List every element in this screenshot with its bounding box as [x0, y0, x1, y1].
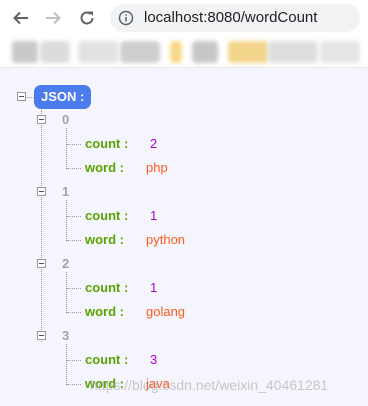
item-0-count-key: count :	[85, 136, 129, 151]
bookmark-item[interactable]	[78, 41, 118, 63]
json-root-badge[interactable]: JSON :	[34, 85, 92, 109]
item-3-word-value: java	[146, 376, 170, 391]
address-bar[interactable]: localhost:8080/wordCount	[110, 4, 360, 32]
bookmark-item[interactable]	[120, 41, 160, 63]
arrow-left-icon	[13, 11, 28, 25]
tree-connector	[27, 97, 34, 98]
tree-connector	[67, 312, 81, 313]
bookmark-item[interactable]	[170, 41, 182, 63]
item-3-index: 3	[62, 328, 70, 343]
item-2-word-key: word :	[85, 304, 124, 319]
item-1-collapse-toggle[interactable]	[37, 187, 46, 196]
item-1-word-value: python	[146, 232, 186, 247]
item-0-collapse-toggle[interactable]	[37, 115, 46, 124]
info-circle-icon[interactable]	[118, 10, 134, 26]
bookmark-item[interactable]	[192, 41, 218, 63]
tree-line-item-1	[66, 200, 67, 241]
item-1-count-value: 1	[150, 208, 158, 223]
reload-icon	[80, 11, 94, 25]
item-3-word-key: word :	[85, 376, 124, 391]
item-3-collapse-toggle[interactable]	[37, 331, 46, 340]
item-2-word-value: golang	[146, 304, 186, 319]
reload-button[interactable]	[75, 6, 99, 30]
item-3-count-key: count :	[85, 352, 129, 367]
browser-toolbar: localhost:8080/wordCount	[0, 0, 368, 36]
back-button[interactable]	[9, 6, 33, 30]
bookmark-item[interactable]	[40, 41, 70, 63]
item-0-count-value: 2	[150, 136, 158, 151]
watermark-text: https://blog.csdn.net/weixin_40461281	[90, 377, 329, 393]
item-0-word-key: word :	[85, 160, 124, 175]
item-0-word-value: php	[146, 160, 168, 175]
item-2-index: 2	[62, 256, 70, 271]
bookmarks-bar	[0, 36, 368, 68]
item-2-count-key: count :	[85, 280, 129, 295]
bookmark-item[interactable]	[12, 41, 38, 63]
json-viewer: JSON : 0 count : 2 word : php 1 count : …	[0, 68, 368, 406]
item-0-index: 0	[62, 112, 70, 127]
tree-line-root	[41, 110, 42, 342]
item-1-count-key: count :	[85, 208, 129, 223]
tree-connector	[67, 216, 81, 217]
tree-line-item-0	[66, 128, 67, 169]
item-2-collapse-toggle[interactable]	[37, 259, 46, 268]
tree-connector	[67, 384, 81, 385]
bookmark-item[interactable]	[228, 41, 268, 63]
tree-line-item-3	[66, 344, 67, 385]
item-1-index: 1	[62, 184, 70, 199]
tree-connector	[67, 168, 81, 169]
arrow-right-icon	[46, 11, 61, 25]
item-3-count-value: 3	[150, 352, 158, 367]
tree-line-item-2	[66, 272, 67, 313]
tree-connector	[67, 360, 81, 361]
item-1-word-key: word :	[85, 232, 124, 247]
item-2-count-value: 1	[150, 280, 158, 295]
forward-button[interactable]	[41, 6, 65, 30]
root-collapse-toggle[interactable]	[17, 92, 26, 101]
bookmark-item[interactable]	[320, 41, 360, 63]
bookmark-item[interactable]	[268, 41, 318, 63]
tree-connector	[67, 288, 81, 289]
tree-connector	[67, 240, 81, 241]
tree-connector	[67, 144, 81, 145]
url-text: localhost:8080/wordCount	[144, 9, 318, 26]
